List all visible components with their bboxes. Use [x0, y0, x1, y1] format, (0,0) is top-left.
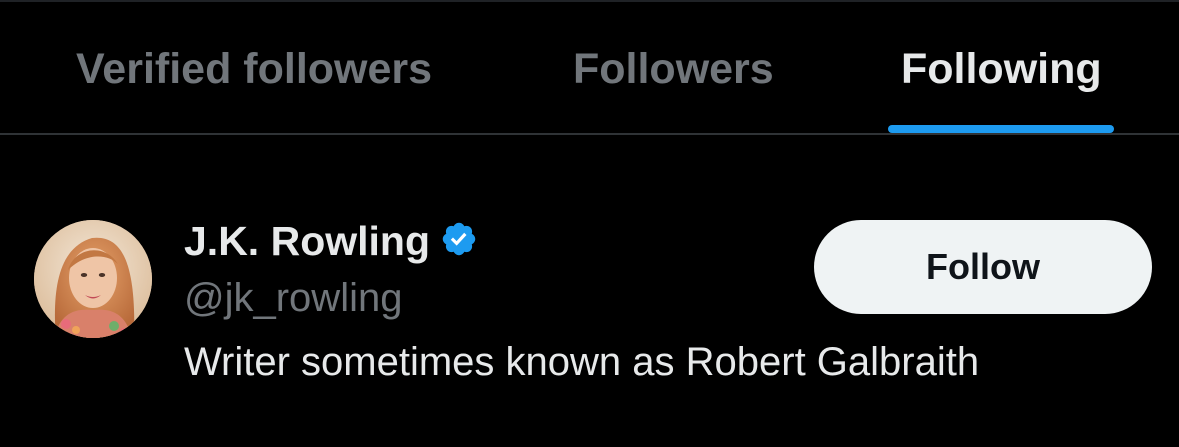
tab-followers[interactable]: Followers [520, 2, 830, 133]
display-name[interactable]: J.K. Rowling [184, 218, 430, 264]
active-tab-indicator [888, 125, 1114, 133]
tab-verified-followers-label: Verified followers [76, 45, 433, 93]
tab-followers-label: Followers [573, 45, 774, 93]
user-cell[interactable]: J.K. Rowling @jk_rowling Writer sometime… [0, 135, 1179, 447]
user-bio: Writer sometimes known as Robert Galbrai… [184, 340, 980, 384]
tab-bar: Verified followers Followers Following [0, 2, 1179, 133]
tab-following-label: Following [901, 45, 1102, 93]
follow-button[interactable]: Follow [814, 220, 1152, 314]
tab-verified-followers[interactable]: Verified followers [0, 2, 520, 133]
user-handle[interactable]: @jk_rowling [184, 273, 402, 323]
avatar[interactable] [34, 220, 152, 338]
tab-following[interactable]: Following [830, 2, 1179, 133]
verified-badge-icon [440, 220, 478, 258]
name-row: J.K. Rowling [184, 213, 478, 273]
avatar-image [34, 220, 152, 338]
